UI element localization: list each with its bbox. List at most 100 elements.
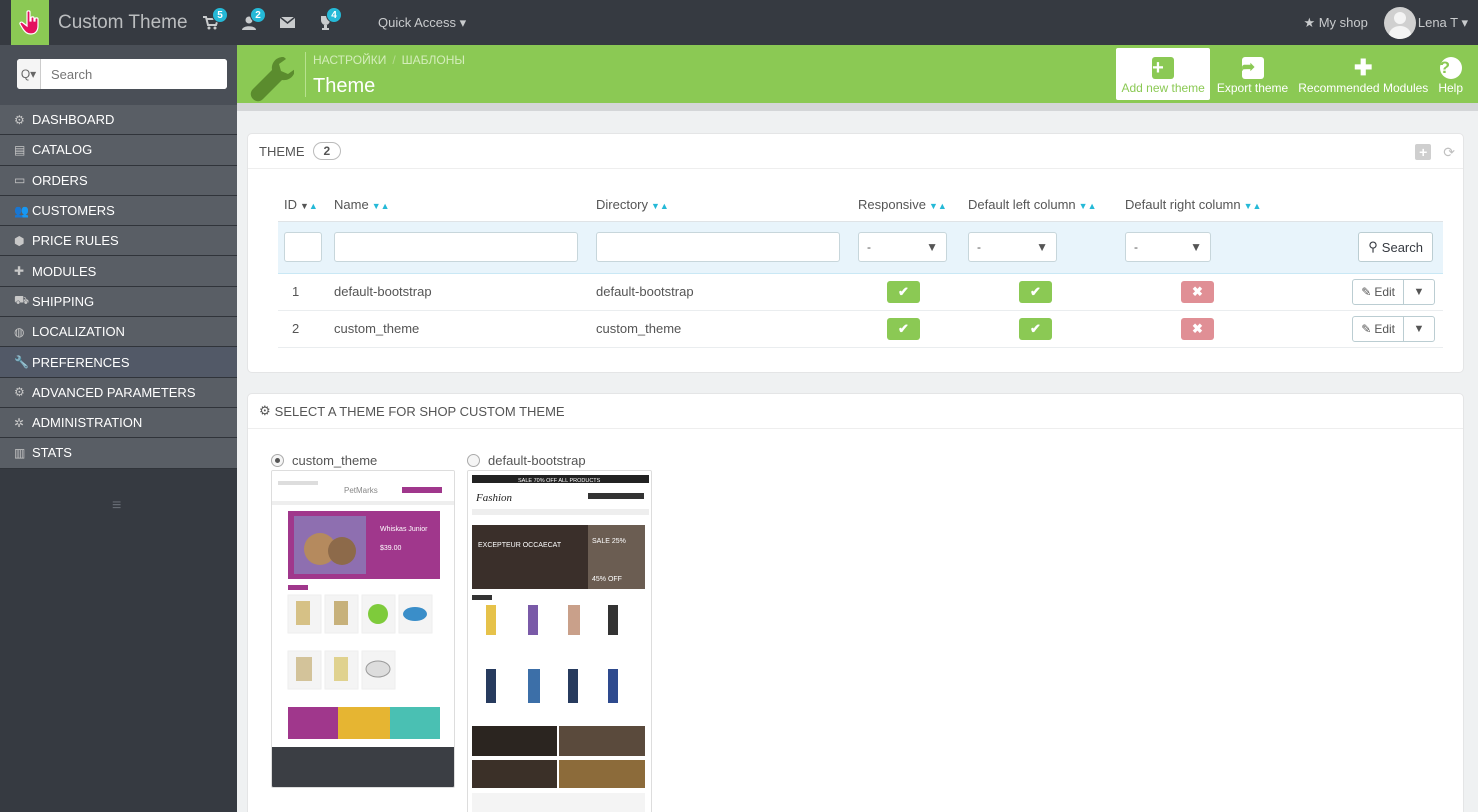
messages-notification[interactable] (272, 0, 302, 45)
filter-right-column-select[interactable]: - ▼ (1125, 232, 1211, 262)
prestashop-logo[interactable] (11, 0, 49, 45)
caret-down-icon: ▼ (926, 240, 938, 254)
dashboard-icon: ⚙ (14, 112, 25, 127)
sort-icon[interactable]: ▼▲ (929, 201, 947, 211)
trophy-notification[interactable]: 4 (310, 0, 342, 45)
right-column-disabled-icon[interactable]: ✖ (1181, 280, 1214, 303)
sidebar-item-dashboard[interactable]: ⚙ DASHBOARD (0, 105, 237, 136)
thumb-promo-title: Whiskas Junior (380, 526, 428, 533)
table-row[interactable]: 2 custom_theme custom_theme ✔ ✔ ✖ ✎ Edit ▼ (278, 310, 1443, 348)
sidebar-item-modules[interactable]: ✚ MODULES (0, 256, 237, 287)
add-icon[interactable]: + (1415, 144, 1432, 160)
sidebar-item-label: STATS (32, 445, 72, 461)
puzzle-icon: ✚ (14, 264, 25, 279)
orders-notification[interactable]: 5 (196, 0, 228, 45)
theme-option-label: default-bootstrap (488, 453, 586, 468)
edit-button-group: ✎ Edit ▼ (1352, 278, 1435, 305)
cogs-icon: ⚙ (14, 385, 25, 400)
filter-row: - ▼ - ▼ - ▼ ⚲ Search (278, 220, 1443, 274)
panel-title: SELECT A THEME FOR SHOP CUSTOM THEME (274, 403, 565, 419)
theme-preview-custom[interactable]: PetMarks Whiskas Junior $39.00 (271, 470, 455, 788)
export-theme-button[interactable]: ➦ Export theme (1212, 48, 1293, 100)
responsive-enabled-icon[interactable]: ✔ (887, 317, 920, 340)
add-new-theme-button[interactable]: + Add new theme (1116, 48, 1210, 100)
breadcrumb-item[interactable]: НАСТРОЙКИ (313, 53, 386, 67)
sort-icon[interactable]: ▼▲ (300, 201, 318, 211)
top-bar: Custom Theme 5 2 4 Quick Access ★ My sho… (0, 0, 1478, 45)
trophy-count-badge: 4 (326, 7, 342, 23)
edit-button[interactable]: ✎ Edit (1353, 316, 1404, 341)
caret-down-icon[interactable]: ▼ (1404, 280, 1434, 304)
sidebar-item-customers[interactable]: 👥 CUSTOMERS (0, 195, 237, 227)
radio-button[interactable] (467, 454, 480, 467)
sidebar-item-preferences[interactable]: 🔧 PREFERENCES (0, 347, 237, 378)
sidebar-item-orders[interactable]: ▭ ORDERS (0, 165, 237, 196)
recommended-modules-button[interactable]: ✚ Recommended Modules (1293, 48, 1433, 100)
column-header-id[interactable]: ID ▼▲ (278, 189, 328, 221)
filter-id-input[interactable] (284, 232, 322, 262)
quick-access-dropdown[interactable]: Quick Access (378, 15, 466, 31)
thumb-promo-price: $39.00 (380, 545, 402, 552)
help-button[interactable]: ? Help (1433, 48, 1468, 100)
right-column-disabled-icon[interactable]: ✖ (1181, 317, 1214, 340)
radio-button[interactable] (271, 454, 284, 467)
sidebar-item-shipping[interactable]: ⛟ SHIPPING (0, 286, 237, 318)
sidebar-item-stats[interactable]: ▥ STATS (0, 438, 237, 469)
sidebar: Q▾ ⚙ DASHBOARD ▤ CATALOG ▭ ORDERS 👥CUSTOMER… (0, 45, 237, 812)
theme-preview-image: PetMarks Whiskas Junior $39.00 (272, 471, 454, 787)
select-value: - (977, 240, 981, 254)
sort-icon[interactable]: ▼▲ (651, 201, 669, 211)
column-label: Responsive (858, 197, 926, 213)
thumb-banner: SALE 70% OFF ALL PRODUCTS (518, 478, 601, 484)
column-header-left-column[interactable]: Default left column ▼▲ (962, 189, 1119, 221)
theme-option-default-bootstrap[interactable]: default-bootstrap (467, 453, 586, 468)
button-label: Edit (1374, 284, 1395, 299)
sort-icon[interactable]: ▼▲ (1244, 201, 1262, 211)
left-column-enabled-icon[interactable]: ✔ (1019, 317, 1052, 340)
edit-button[interactable]: ✎ Edit (1353, 279, 1404, 304)
column-header-directory[interactable]: Directory ▼▲ (590, 189, 852, 221)
breadcrumb-item[interactable]: ШАБЛОНЫ (402, 53, 465, 67)
column-header-name[interactable]: Name ▼▲ (328, 189, 590, 221)
search-button[interactable]: ⚲ Search (1358, 232, 1433, 262)
question-circle-icon: ? (1439, 57, 1462, 79)
thumb-brand: PetMarks (344, 486, 378, 495)
my-shop-link[interactable]: ★ My shop (1303, 15, 1367, 31)
cog-icon: ✲ (14, 415, 25, 430)
sidebar-item-administration[interactable]: ✲ ADMINISTRATION (0, 407, 237, 439)
sort-icon[interactable]: ▼▲ (372, 201, 390, 211)
caret-down-icon[interactable]: ▼ (1404, 317, 1434, 341)
sidebar-item-catalog[interactable]: ▤ CATALOG (0, 135, 237, 166)
search-type-button[interactable]: Q▾ (17, 59, 41, 89)
button-label: Search (1381, 239, 1423, 255)
sidebar-item-localization[interactable]: ◍ LOCALIZATION (0, 317, 237, 348)
column-header-right-column[interactable]: Default right column ▼▲ (1119, 189, 1319, 221)
breadcrumb-separator: / (392, 53, 396, 67)
column-header-responsive[interactable]: Responsive ▼▲ (852, 189, 962, 221)
sidebar-item-price-rules[interactable]: ⬢ PRICE RULES (0, 226, 237, 257)
theme-option-custom[interactable]: custom_theme (271, 453, 377, 468)
user-menu[interactable]: Lena T ▾ (1418, 15, 1468, 31)
plus-square-icon: + (1152, 57, 1175, 79)
sidebar-item-advanced-parameters[interactable]: ⚙ ADVANCED PARAMETERS (0, 377, 237, 408)
theme-count-badge: 2 (312, 142, 342, 160)
table-row[interactable]: 1 default-bootstrap default-bootstrap ✔ … (278, 273, 1443, 311)
filter-responsive-select[interactable]: - ▼ (858, 232, 947, 262)
theme-preview-default-bootstrap[interactable]: SALE 70% OFF ALL PRODUCTS Fashion EXCEPT… (467, 470, 652, 812)
left-column-enabled-icon[interactable]: ✔ (1019, 280, 1052, 303)
sidebar-item-label: ADMINISTRATION (32, 415, 143, 431)
avatar[interactable] (1383, 6, 1416, 39)
filter-directory-input[interactable] (596, 232, 840, 262)
search-input[interactable] (41, 59, 227, 89)
filter-left-column-select[interactable]: - ▼ (968, 232, 1057, 262)
customers-notification[interactable]: 2 (234, 0, 266, 45)
filter-name-input[interactable] (334, 232, 578, 262)
sidebar-item-label: DASHBOARD (32, 112, 115, 128)
tags-icon: ⬢ (14, 233, 25, 248)
sort-icon[interactable]: ▼▲ (1079, 201, 1097, 211)
toolbar-label: Recommended Modules (1298, 81, 1429, 95)
shop-name[interactable]: Custom Theme (58, 12, 188, 34)
responsive-enabled-icon[interactable]: ✔ (887, 280, 920, 303)
collapse-menu-icon[interactable]: ≡ (112, 497, 121, 515)
refresh-icon[interactable]: ⟳ (1443, 144, 1455, 161)
